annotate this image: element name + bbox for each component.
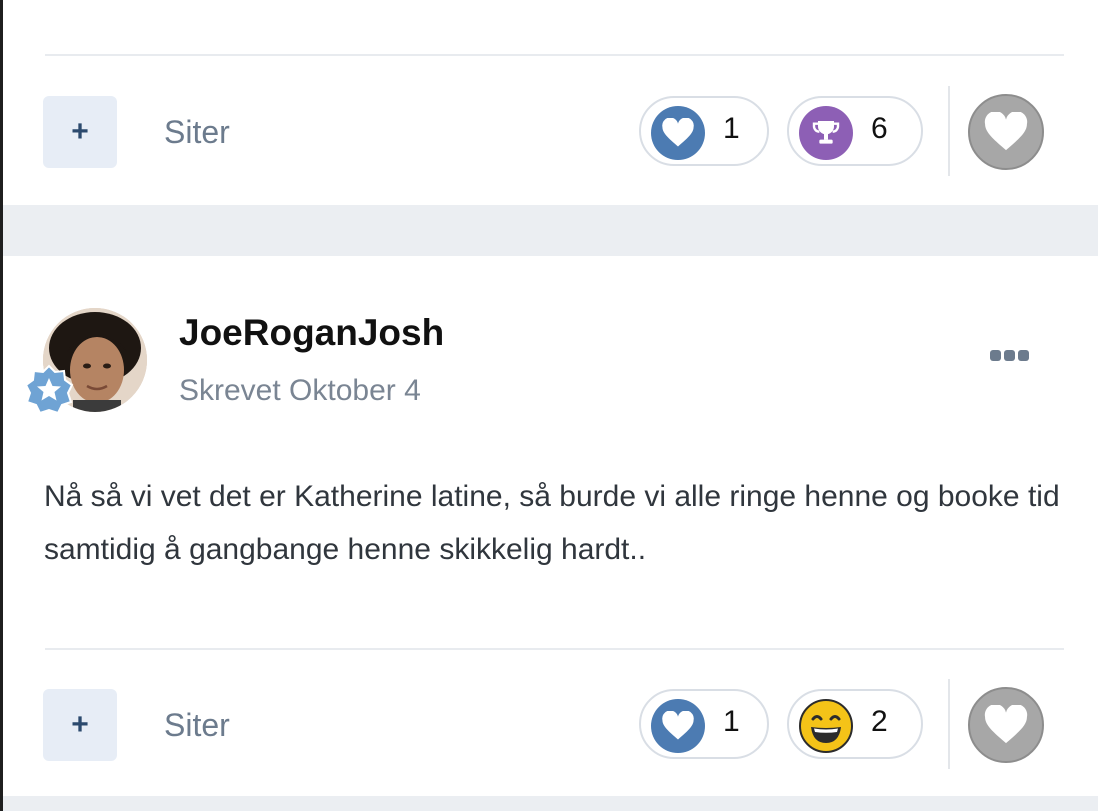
member-badge-star-icon (23, 364, 75, 416)
heart-icon (651, 699, 705, 753)
post-date: Skrevet Oktober 4 (179, 374, 421, 407)
post-card: JoeRoganJosh Skrevet Oktober 4 Nå så vi … (3, 256, 1098, 796)
post-content: Nå så vi vet det er Katherine latine, så… (44, 480, 1060, 566)
reaction-heart[interactable]: 1 (639, 689, 769, 759)
multiquote-button[interactable]: + (43, 689, 117, 761)
reaction-count: 2 (871, 705, 888, 738)
react-button[interactable] (968, 94, 1044, 170)
post-actions: + Siter 1 2 (3, 679, 1098, 773)
action-separator (948, 86, 950, 176)
reaction-count: 1 (723, 112, 740, 145)
post-divider (45, 648, 1064, 650)
post-divider (45, 54, 1064, 56)
quote-button[interactable]: Siter (164, 114, 230, 151)
author-avatar-wrap (24, 308, 151, 416)
reaction-count: 6 (871, 112, 888, 145)
trophy-icon (799, 106, 853, 160)
reaction-heart[interactable]: 1 (639, 96, 769, 166)
quote-button[interactable]: Siter (164, 707, 230, 744)
react-button[interactable] (968, 687, 1044, 763)
reaction-trophy[interactable]: 6 (787, 96, 923, 166)
action-separator (948, 679, 950, 769)
laughing-face-icon (799, 699, 853, 753)
reaction-laugh[interactable]: 2 (787, 689, 923, 759)
reaction-count: 1 (723, 705, 740, 738)
multiquote-button[interactable]: + (43, 96, 117, 168)
author-name[interactable]: JoeRoganJosh (179, 312, 444, 354)
heart-icon (651, 106, 705, 160)
post-actions: + Siter 1 6 (3, 86, 1098, 180)
more-options-icon[interactable] (990, 350, 1029, 361)
post-card-previous: + Siter 1 6 (3, 0, 1098, 205)
